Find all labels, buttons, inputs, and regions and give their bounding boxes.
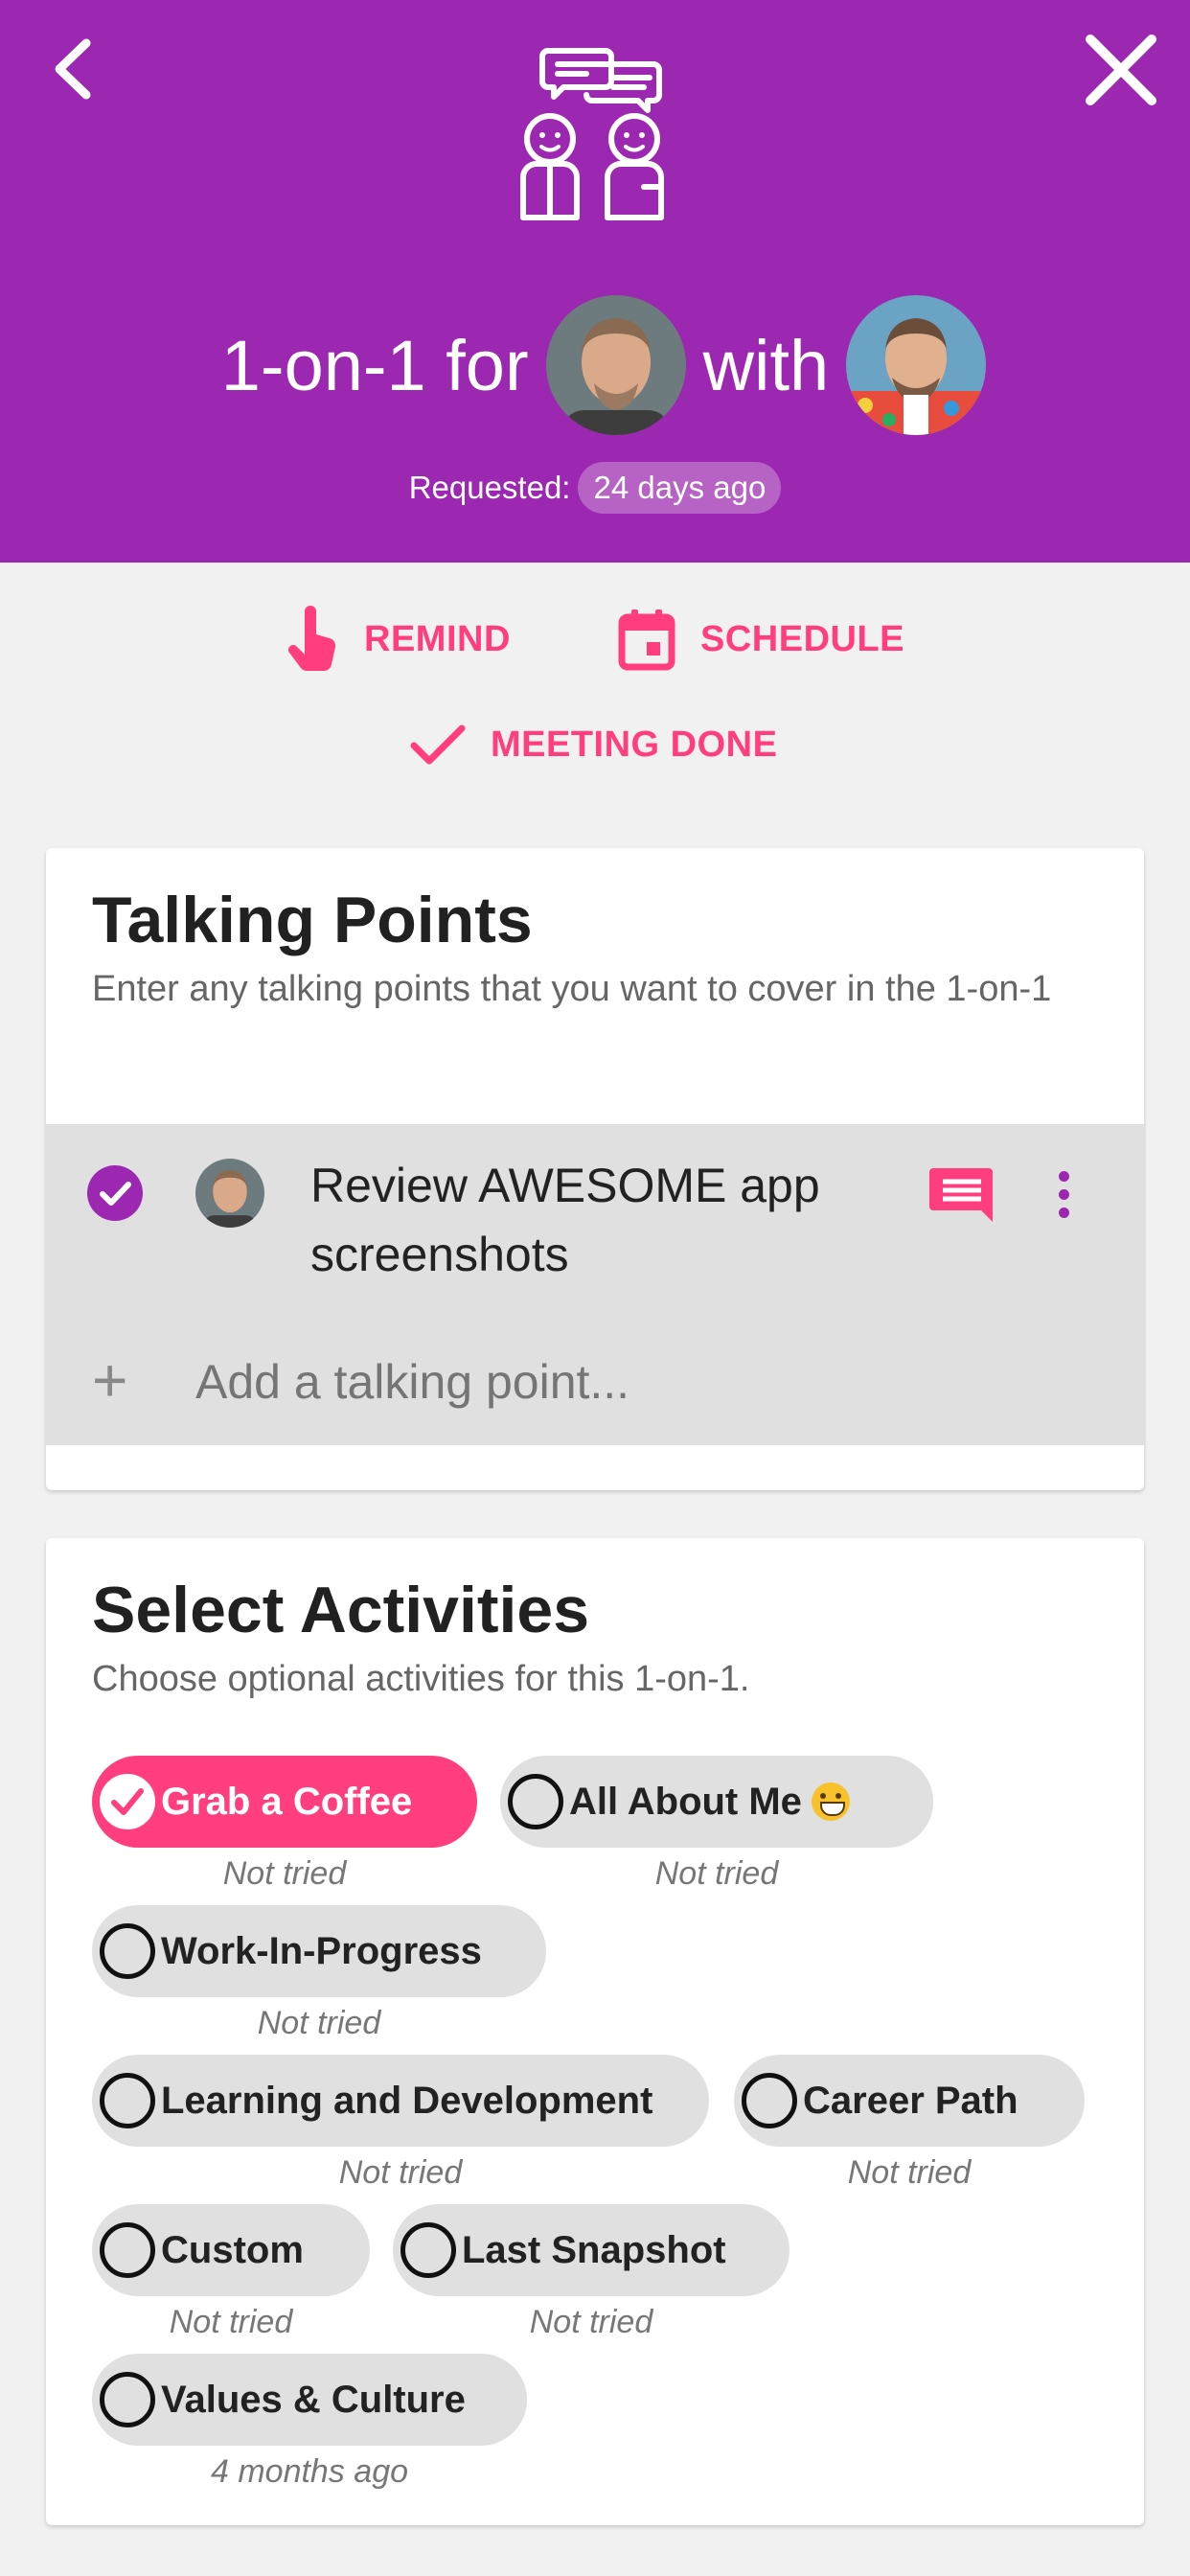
radio-icon — [508, 1774, 563, 1829]
activity-label: Grab a Coffee — [161, 1780, 413, 1823]
conversation-people-icon — [520, 48, 664, 220]
meeting-done-button[interactable]: MEETING DONE — [410, 706, 777, 783]
check-circle-icon — [100, 1774, 155, 1829]
checkmark-icon — [410, 724, 466, 765]
title-with: with — [702, 325, 830, 405]
person-avatar-icon — [545, 295, 686, 435]
activity-label: Last Snapshot — [462, 2228, 726, 2271]
talking-points-description: Enter any talking points that you want t… — [92, 969, 1052, 1009]
header: 1-on-1 for with Requested: 24 days ago — [0, 0, 1190, 563]
close-button[interactable] — [1073, 27, 1169, 113]
activities-title: Select Activities — [92, 1574, 590, 1646]
activity-label: Values & Culture — [161, 2378, 466, 2421]
activities-description: Choose optional activities for this 1-on… — [92, 1659, 750, 1699]
radio-icon — [100, 2222, 155, 2278]
activity-chip-career-path[interactable]: Career Path — [734, 2055, 1085, 2147]
comment-icon[interactable] — [927, 1161, 995, 1228]
requested-badge: 24 days ago — [578, 462, 782, 514]
activity-label: Custom — [161, 2228, 304, 2271]
list-item[interactable]: Review AWESOME app screenshots — [46, 1124, 1144, 1316]
activity-chip-last-snapshot[interactable]: Last Snapshot — [393, 2204, 790, 2296]
remind-button[interactable]: REMIND — [287, 601, 511, 678]
remind-label: REMIND — [364, 618, 511, 659]
activity-chip-learning-and-development[interactable]: Learning and Development — [92, 2055, 709, 2147]
tap-finger-icon — [288, 606, 336, 672]
action-bar: REMIND SCHEDULE MEETING DONE — [0, 563, 1190, 802]
radio-icon — [742, 2073, 797, 2128]
activity-label: Work-In-Progress — [161, 1929, 482, 1972]
plus-icon[interactable]: + — [92, 1349, 140, 1411]
meeting-done-label: MEETING DONE — [491, 724, 778, 765]
title-prefix: 1-on-1 for — [220, 325, 529, 405]
activity-chip-values-and-culture[interactable]: Values & Culture — [92, 2354, 527, 2446]
activity-chip-work-in-progress[interactable]: Work-In-Progress — [92, 1905, 546, 1997]
person-avatar-icon — [195, 1159, 264, 1228]
radio-icon — [400, 2222, 456, 2278]
activity-chip-all-about-me[interactable]: All About Me — [500, 1756, 933, 1848]
requested-label: Requested: — [408, 470, 571, 505]
activity-label: All About Me — [569, 1780, 802, 1823]
radio-icon — [100, 1923, 155, 1979]
more-vert-icon[interactable] — [1044, 1161, 1083, 1228]
add-talking-point-input[interactable] — [195, 1344, 1010, 1420]
schedule-button[interactable]: SCHEDULE — [618, 601, 904, 678]
talking-points-card: Talking Points Enter any talking points … — [46, 848, 1144, 1490]
avatar — [195, 1159, 264, 1228]
talking-points-list: Review AWESOME app screenshots + — [46, 1124, 1144, 1445]
radio-icon — [100, 2073, 155, 2128]
add-talking-point-row: + — [46, 1330, 1144, 1436]
radio-icon — [100, 2372, 155, 2427]
activity-status: 4 months ago — [210, 2453, 409, 2490]
activity-status: Not tried — [257, 2005, 381, 2041]
close-icon — [1086, 34, 1156, 105]
requested-info: Requested: 24 days ago — [0, 462, 1190, 514]
activity-status: Not tried — [222, 1855, 347, 1892]
activity-status: Not tried — [169, 2304, 293, 2340]
activity-chip-custom[interactable]: Custom — [92, 2204, 370, 2296]
person-avatar-icon — [846, 295, 987, 435]
chevron-left-icon — [55, 38, 91, 100]
talking-points-title: Talking Points — [92, 884, 533, 956]
avatar[interactable] — [545, 295, 686, 435]
schedule-label: SCHEDULE — [700, 618, 905, 659]
check-circle-icon[interactable] — [86, 1164, 144, 1222]
talking-point-text[interactable]: Review AWESOME app screenshots — [310, 1151, 885, 1289]
activity-chip-grab-a-coffee[interactable]: Grab a Coffee — [92, 1756, 477, 1848]
activity-status: Not tried — [338, 2154, 463, 2191]
grinning-face-icon — [811, 1782, 850, 1821]
activity-label: Career Path — [803, 2079, 1018, 2122]
activity-status: Not tried — [847, 2154, 972, 2191]
calendar-icon — [618, 610, 675, 671]
avatar[interactable] — [846, 295, 987, 435]
activities-card: Select Activities Choose optional activi… — [46, 1538, 1144, 2525]
activity-status: Not tried — [654, 1855, 779, 1892]
activity-label: Learning and Development — [161, 2079, 653, 2122]
back-button[interactable] — [38, 31, 105, 107]
page-title: 1-on-1 for with — [0, 295, 1190, 435]
activity-status: Not tried — [529, 2304, 653, 2340]
